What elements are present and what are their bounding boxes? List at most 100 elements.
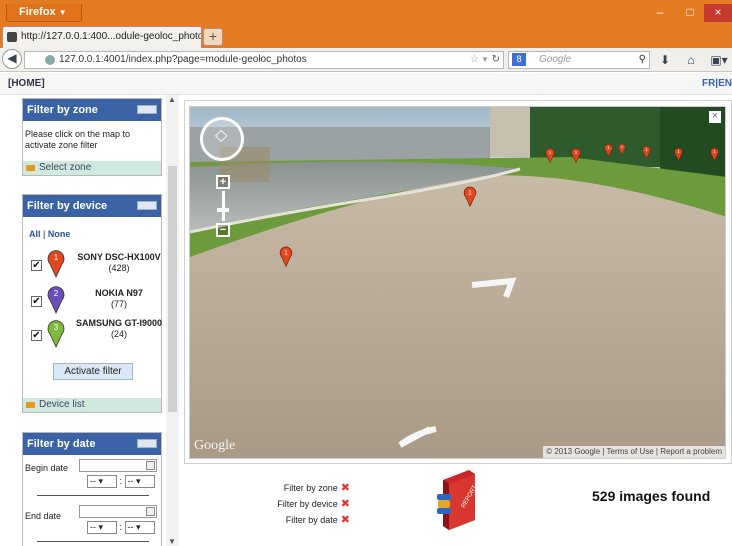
collapse-icon[interactable]: [137, 439, 157, 448]
photo-marker-icon[interactable]: 1: [618, 143, 626, 155]
zone-filter-panel: Filter by zone Please click on the map t…: [22, 98, 162, 176]
zoom-in-button[interactable]: +: [216, 175, 230, 189]
chevron-down-icon[interactable]: ▼: [481, 52, 489, 68]
photo-marker-icon[interactable]: 1: [571, 147, 581, 163]
street-view-image: [190, 107, 725, 458]
device-marker-icon: 2: [47, 286, 65, 314]
close-streetview-button[interactable]: ×: [709, 111, 721, 123]
begin-hour-select[interactable]: -- ▾: [87, 475, 117, 488]
zoom-out-button[interactable]: −: [216, 223, 230, 237]
photo-marker-label: 1: [468, 190, 472, 197]
zone-filter-status-label: Filter by zone: [283, 483, 338, 493]
new-tab-button[interactable]: +: [203, 28, 223, 46]
menu-icon[interactable]: ▣▾: [706, 51, 732, 69]
begin-minute-value: --: [127, 476, 134, 486]
zoom-slider-handle[interactable]: [217, 208, 229, 212]
filter-sidebar: Filter by zone Please click on the map t…: [22, 98, 162, 546]
browser-tab[interactable]: http://127.0.0.1:400...odule-geoloc_phot…: [2, 26, 202, 48]
calendar-icon[interactable]: [146, 507, 155, 516]
terms-link[interactable]: Terms of Use: [607, 447, 654, 456]
device-name: NOKIA N97: [95, 288, 143, 298]
time-separator: :: [119, 476, 123, 486]
end-hour-select[interactable]: -- ▾: [87, 521, 117, 534]
browser-titlebar: [0, 0, 732, 26]
photo-marker-icon[interactable]: 1: [463, 185, 477, 207]
device-checkbox[interactable]: ✔: [31, 260, 42, 271]
search-icon[interactable]: ⚲: [639, 52, 646, 68]
device-name-block: SAMSUNG GT-I9000 (24): [73, 318, 165, 340]
photo-marker-icon[interactable]: 1: [545, 147, 555, 163]
home-link[interactable]: [HOME]: [8, 73, 45, 95]
firefox-menu-button[interactable]: Firefox ▼: [6, 4, 82, 22]
zone-filter-status: Filter by zone ✖: [283, 483, 350, 494]
scrollbar-thumb[interactable]: [168, 166, 177, 412]
calendar-icon[interactable]: [146, 461, 155, 470]
begin-hour-value: --: [90, 476, 96, 486]
reload-icon[interactable]: ↻: [492, 52, 500, 68]
remove-device-filter-icon[interactable]: ✖: [341, 499, 350, 510]
end-minute-select[interactable]: -- ▾: [124, 521, 155, 534]
end-hour-value: --: [90, 522, 96, 532]
globe-icon: [45, 55, 55, 65]
google-search-engine-icon[interactable]: 8: [512, 53, 526, 66]
date-filter-header: Filter by date: [23, 433, 161, 455]
select-all-link[interactable]: All: [29, 229, 41, 239]
download-icon[interactable]: ⬇: [656, 51, 674, 69]
end-date-input[interactable]: [79, 505, 157, 518]
zoom-slider[interactable]: [222, 191, 225, 221]
time-separator: :: [119, 522, 123, 532]
device-list-link[interactable]: Device list: [23, 398, 161, 412]
report-problem-link[interactable]: Report a problem: [660, 447, 722, 456]
images-found-count: 529 images found: [592, 488, 711, 504]
language-links[interactable]: FR|EN: [702, 73, 732, 95]
url-bar[interactable]: 127.0.0.1:4001/index.php?page=module-geo…: [24, 51, 504, 69]
photo-marker-icon[interactable]: 1: [604, 143, 613, 157]
close-window-button[interactable]: ×: [704, 4, 732, 22]
device-checkbox[interactable]: ✔: [31, 296, 42, 307]
home-icon[interactable]: ⌂: [682, 51, 700, 69]
collapse-icon[interactable]: [137, 105, 157, 114]
device-count: (428): [108, 263, 130, 273]
maximize-button[interactable]: □: [680, 4, 700, 22]
end-date-label: End date: [25, 511, 62, 521]
chevron-down-icon: ▼: [58, 8, 67, 17]
pan-control[interactable]: ◇: [200, 117, 244, 161]
photo-marker-icon[interactable]: 1: [674, 147, 683, 161]
device-count: (24): [110, 329, 127, 339]
device-checkbox[interactable]: ✔: [31, 330, 42, 341]
photo-marker-label: 1: [621, 145, 623, 149]
device-filter-panel: Filter by device All | None ✔ 1 SONY DSC-H…: [22, 194, 162, 413]
zone-filter-title: Filter by zone: [27, 104, 98, 116]
device-filter-status-label: Filter by device: [277, 499, 338, 509]
compass-icon: ◇: [215, 127, 228, 144]
remove-zone-filter-icon[interactable]: ✖: [341, 483, 350, 494]
date-filter-title: Filter by date: [27, 438, 96, 450]
photo-marker-icon[interactable]: 1: [710, 147, 719, 161]
device-marker-icon: 3: [47, 320, 65, 348]
street-view-panorama[interactable]: ◇ + − × 1 1 1 1 1 1 1 1 1 Google © 2013 Google |…: [189, 106, 726, 459]
device-name: SONY DSC-HX100V: [77, 252, 161, 262]
photo-marker-icon[interactable]: 1: [279, 245, 293, 267]
remove-date-filter-icon[interactable]: ✖: [341, 515, 350, 526]
back-button[interactable]: ◀: [2, 49, 22, 69]
device-name: SAMSUNG GT-I9000: [75, 318, 163, 328]
scroll-down-icon[interactable]: ▼: [168, 537, 176, 546]
star-icon[interactable]: ☆: [470, 52, 479, 68]
arrow-left-icon: ◀: [7, 51, 17, 65]
search-input[interactable]: Google ⚲: [508, 51, 650, 69]
select-none-link[interactable]: None: [48, 229, 71, 239]
minimize-button[interactable]: –: [650, 4, 670, 22]
scroll-up-icon[interactable]: ▲: [168, 95, 176, 104]
activate-filter-button[interactable]: Activate filter: [53, 363, 133, 380]
url-text: 127.0.0.1:4001/index.php?page=module-geo…: [59, 54, 307, 65]
device-row: ✔ 1 SONY DSC-HX100V (428): [31, 248, 161, 288]
photo-marker-icon[interactable]: 1: [642, 145, 651, 159]
device-row: ✔ 3 SAMSUNG GT-I9000 (24): [31, 318, 162, 358]
photo-marker-label: 1: [575, 150, 578, 156]
select-zone-link[interactable]: Select zone: [23, 161, 161, 175]
begin-minute-select[interactable]: -- ▾: [124, 475, 155, 488]
report-book-icon[interactable]: REPORT: [435, 468, 479, 532]
collapse-icon[interactable]: [137, 201, 157, 210]
begin-date-input[interactable]: [79, 459, 157, 472]
photo-marker-label: 1: [284, 250, 288, 257]
